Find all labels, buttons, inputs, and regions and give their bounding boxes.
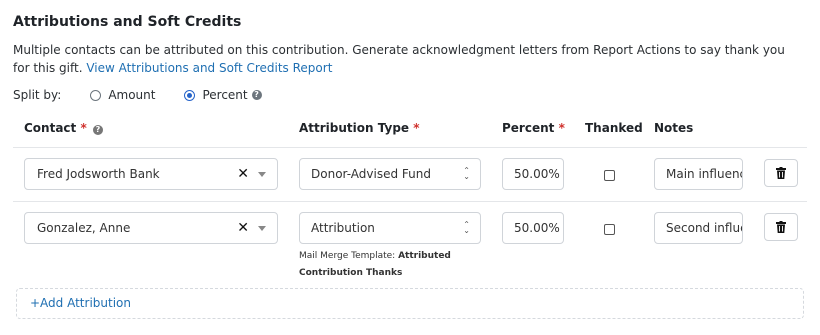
split-amount-label[interactable]: Amount — [108, 88, 155, 102]
row-divider — [13, 201, 807, 202]
mail-merge-hint: Mail Merge Template: Attributed Contribu… — [299, 248, 479, 282]
attribution-type-select[interactable]: Donor-Advised Fund ⌃ ⌄ — [299, 158, 481, 190]
row-divider — [13, 147, 807, 148]
notes-input[interactable]: Second influencer — [654, 212, 743, 244]
help-icon[interactable]: ? — [251, 90, 262, 100]
add-attribution-button[interactable]: +Add Attribution — [30, 296, 131, 310]
required-marker: * — [80, 121, 87, 135]
contact-select[interactable]: Fred Jodsworth Bank ✕ — [24, 158, 278, 190]
percent-value: 50.00% — [514, 221, 560, 235]
delete-button[interactable] — [764, 159, 798, 187]
header-contact-label: Contact — [24, 121, 77, 135]
attribution-type-value: Donor-Advised Fund — [311, 167, 431, 181]
report-link[interactable]: View Attributions and Soft Credits Repor… — [86, 61, 332, 75]
attribution-type-value: Attribution — [311, 221, 375, 235]
section-title: Attributions and Soft Credits — [13, 14, 242, 30]
hint-prefix: Mail Merge Template: — [299, 251, 396, 261]
header-contact: Contact * ? — [24, 121, 103, 135]
header-attribution-type: Attribution Type * — [299, 121, 420, 135]
trash-icon — [776, 167, 786, 179]
header-thanked: Thanked — [585, 121, 643, 135]
split-by-label: Split by: — [13, 88, 62, 102]
clear-icon[interactable]: ✕ — [237, 167, 249, 181]
percent-input[interactable]: 50.00% — [502, 158, 564, 190]
attribution-type-select[interactable]: Attribution ⌃ ⌄ — [299, 212, 481, 244]
notes-value: Second influencer — [666, 221, 742, 235]
thanked-checkbox[interactable] — [604, 170, 615, 181]
delete-button[interactable] — [764, 213, 798, 241]
contact-select[interactable]: Gonzalez, Anne ✕ — [24, 212, 278, 244]
section-description: Multiple contacts can be attributed on t… — [13, 41, 803, 77]
header-percent: Percent * — [502, 121, 565, 135]
add-attribution-area: +Add Attribution — [16, 288, 804, 319]
split-percent-radio[interactable] — [184, 89, 196, 101]
chevron-down-icon[interactable] — [258, 172, 266, 177]
header-percent-label: Percent — [502, 121, 555, 135]
percent-value: 50.00% — [514, 167, 560, 181]
header-attribution-type-label: Attribution Type — [299, 121, 410, 135]
thanked-checkbox[interactable] — [604, 224, 615, 235]
clear-icon[interactable]: ✕ — [237, 221, 249, 235]
percent-input[interactable]: 50.00% — [502, 212, 564, 244]
split-amount-radio[interactable] — [90, 89, 102, 101]
split-percent-label[interactable]: Percent — [202, 88, 247, 102]
help-icon[interactable]: ? — [92, 125, 103, 135]
trash-icon — [776, 221, 786, 233]
required-marker: * — [558, 121, 565, 135]
updown-chevron-icon: ⌃ ⌄ — [463, 220, 470, 235]
contact-value: Gonzalez, Anne — [37, 221, 131, 235]
split-by-group: Split by: Amount Percent ? — [13, 88, 262, 102]
notes-input[interactable]: Main influencer — [654, 158, 743, 190]
header-notes: Notes — [654, 121, 694, 135]
updown-chevron-icon: ⌃ ⌄ — [463, 166, 470, 181]
required-marker: * — [413, 121, 420, 135]
contact-value: Fred Jodsworth Bank — [37, 167, 160, 181]
notes-value: Main influencer — [666, 167, 742, 181]
chevron-down-icon[interactable] — [258, 226, 266, 231]
